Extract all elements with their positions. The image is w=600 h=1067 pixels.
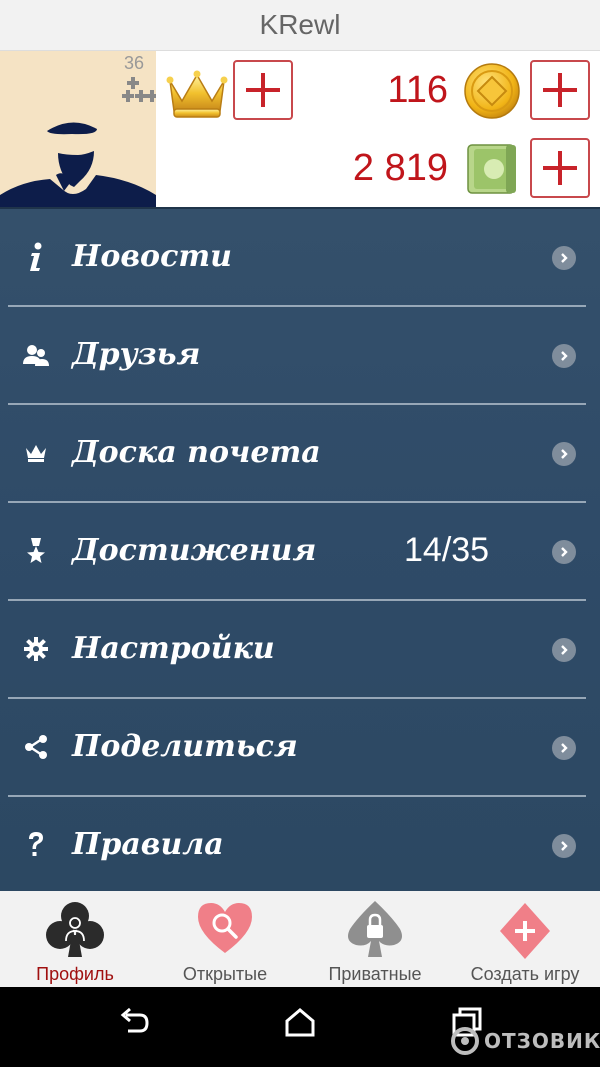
medal-icon: [22, 535, 50, 567]
app-bar: KRewl: [0, 0, 600, 51]
question-icon: [22, 829, 50, 861]
avatar-silhouette-icon: [0, 122, 156, 207]
club-person-icon: [44, 899, 106, 966]
menu-item-achievements[interactable]: Достижения 14/35: [0, 503, 600, 600]
chevron-right-icon: [552, 246, 576, 270]
spade-lock-icon: [344, 899, 406, 966]
menu-item-friends[interactable]: Друзья: [0, 307, 600, 404]
watermark-logo-icon: [451, 1027, 479, 1055]
main-menu: Новости Друзья Доска почета Достижения 1…: [0, 207, 600, 893]
menu-item-news[interactable]: Новости: [0, 209, 600, 306]
bottom-tab-bar: Профиль Открытые Приватные Создать игру: [0, 891, 600, 987]
menu-item-share[interactable]: Поделиться: [0, 699, 600, 796]
player-level: 36: [124, 53, 145, 73]
back-icon[interactable]: [118, 1007, 150, 1042]
app-title: KRewl: [259, 9, 341, 40]
tab-private-games[interactable]: Приватные: [320, 891, 430, 987]
watermark: ОТЗОВИК: [450, 1026, 600, 1056]
menu-item-rules[interactable]: Правила: [0, 797, 600, 894]
chevron-right-icon: [552, 736, 576, 760]
menu-item-label: Достижения: [72, 533, 317, 568]
heart-search-icon: [194, 899, 256, 962]
diamond-plus-icon: [496, 899, 554, 966]
achievements-count: 14/35: [404, 531, 490, 569]
chevron-right-icon: [552, 344, 576, 368]
chevron-right-icon: [552, 540, 576, 564]
watermark-text: ОТЗОВИК: [484, 1029, 600, 1053]
cash-icon: [466, 141, 518, 202]
chevron-right-icon: [552, 834, 576, 858]
tab-label: Открытые: [182, 964, 268, 984]
tab-create-game[interactable]: Создать игру: [462, 891, 588, 987]
menu-item-label: Настройки: [72, 631, 275, 666]
avatar[interactable]: [0, 51, 156, 207]
buy-premium-button[interactable]: [233, 60, 293, 120]
tab-label: Создать игру: [470, 964, 580, 984]
info-icon: [22, 241, 50, 273]
menu-item-settings[interactable]: Настройки: [0, 601, 600, 698]
tab-open-games[interactable]: Открытые: [170, 891, 280, 987]
home-icon[interactable]: [284, 1007, 316, 1042]
gear-icon: [22, 633, 50, 665]
buy-cash-button[interactable]: [530, 138, 590, 198]
menu-item-label: Друзья: [72, 337, 201, 372]
menu-item-label: Новости: [72, 239, 232, 274]
coins-amount: 116: [387, 69, 448, 111]
crown-icon: [166, 65, 228, 128]
tab-profile[interactable]: Профиль: [22, 891, 128, 987]
profile-header: 36 116 2 819: [0, 51, 600, 207]
level-plus-icon: [122, 77, 156, 104]
menu-item-label: Доска почета: [72, 435, 321, 470]
chevron-right-icon: [552, 442, 576, 466]
tab-label: Профиль: [36, 964, 114, 984]
chevron-right-icon: [552, 638, 576, 662]
menu-item-label: Правила: [72, 827, 224, 862]
friends-icon: [22, 339, 50, 371]
crown-icon: [22, 437, 50, 469]
menu-item-leaderboard[interactable]: Доска почета: [0, 405, 600, 502]
share-icon: [22, 731, 50, 763]
menu-item-label: Поделиться: [72, 729, 298, 764]
coin-icon: [464, 63, 520, 124]
buy-coins-button[interactable]: [530, 60, 590, 120]
cash-amount: 2 819: [352, 147, 448, 189]
tab-label: Приватные: [328, 964, 422, 984]
